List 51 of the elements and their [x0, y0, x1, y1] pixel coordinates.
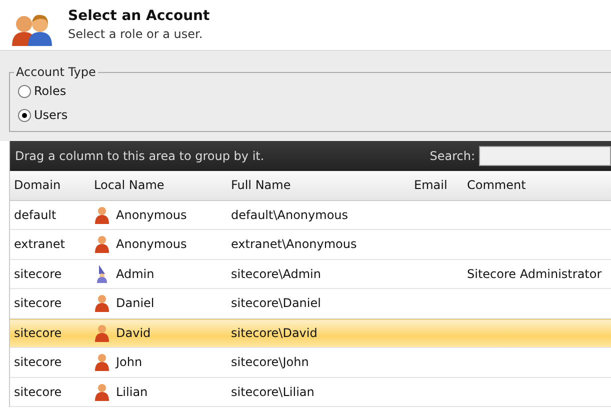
table-cell: Daniel [116, 296, 154, 310]
table-cell-text: sitecore\Lilian [231, 384, 316, 399]
person-icon [94, 353, 110, 372]
column-header[interactable]: Email [414, 178, 467, 192]
group-legend: Account Type [14, 65, 98, 79]
table-cell-text: sitecore\John [231, 355, 310, 370]
column-header[interactable]: Domain [10, 178, 94, 192]
table-row[interactable]: sitecore Lilian sitecore\Lilian [10, 378, 611, 407]
wizard-icon [94, 264, 110, 283]
dialog-title: Select an Account [68, 8, 210, 24]
table-cell-text: extranet\Anonymous [231, 237, 358, 252]
table-cell-text: Sitecore Administrator [467, 266, 603, 281]
column-header[interactable]: Comment [467, 178, 607, 192]
table-row[interactable]: extranet Anonymous extranet\Anonymous [10, 230, 611, 260]
search-label: Search: [430, 149, 475, 163]
table-cell: Anonymous [116, 237, 187, 252]
table-cell-text: sitecore\Admin [231, 266, 322, 281]
table-cell: John [116, 355, 142, 370]
table-cell-text: default [13, 208, 58, 222]
radio-label: Roles [34, 84, 66, 98]
table-cell: Lilian [116, 384, 148, 399]
users-icon [10, 12, 54, 48]
table-cell: David [116, 326, 151, 340]
radio-button[interactable] [18, 84, 31, 98]
column-header[interactable]: Local Name [94, 178, 231, 192]
table-cell-text: sitecore [13, 384, 63, 399]
group-hint: Drag a column to this area to group by it. [15, 149, 266, 163]
table-row[interactable]: sitecore John sitecore\John [10, 348, 611, 378]
person-icon [94, 206, 110, 224]
table-cell-text: default\Anonymous [231, 208, 350, 222]
table-cell-text: sitecore\Daniel [231, 296, 322, 310]
person-icon [94, 294, 110, 312]
person-icon [94, 235, 110, 254]
table-cell-text: sitecore [13, 296, 63, 310]
table-cell-text: extranet [13, 237, 66, 252]
table-cell-text: sitecore [13, 355, 63, 370]
radio-button[interactable] [18, 108, 31, 122]
table-cell-text: sitecore\David [231, 326, 318, 340]
table-row[interactable]: sitecore David sitecore\David [10, 318, 611, 348]
table-cell: Admin [116, 266, 154, 281]
table-cell-text: sitecore [13, 266, 63, 281]
dialog-subtitle: Select a role or a user. [68, 27, 204, 41]
column-header[interactable]: Full Name [231, 178, 414, 192]
person-icon [94, 382, 110, 401]
table-cell-text: sitecore [13, 326, 63, 340]
search-field[interactable] [479, 146, 611, 166]
table-row[interactable]: sitecore Admin sitecore\Admin Sitecore Administrator [10, 260, 611, 289]
person-icon [94, 324, 110, 342]
radio-label: Users [34, 108, 68, 122]
table-cell: Anonymous [116, 208, 187, 222]
table-row[interactable]: default Anonymous default\Anonymous [10, 200, 611, 230]
